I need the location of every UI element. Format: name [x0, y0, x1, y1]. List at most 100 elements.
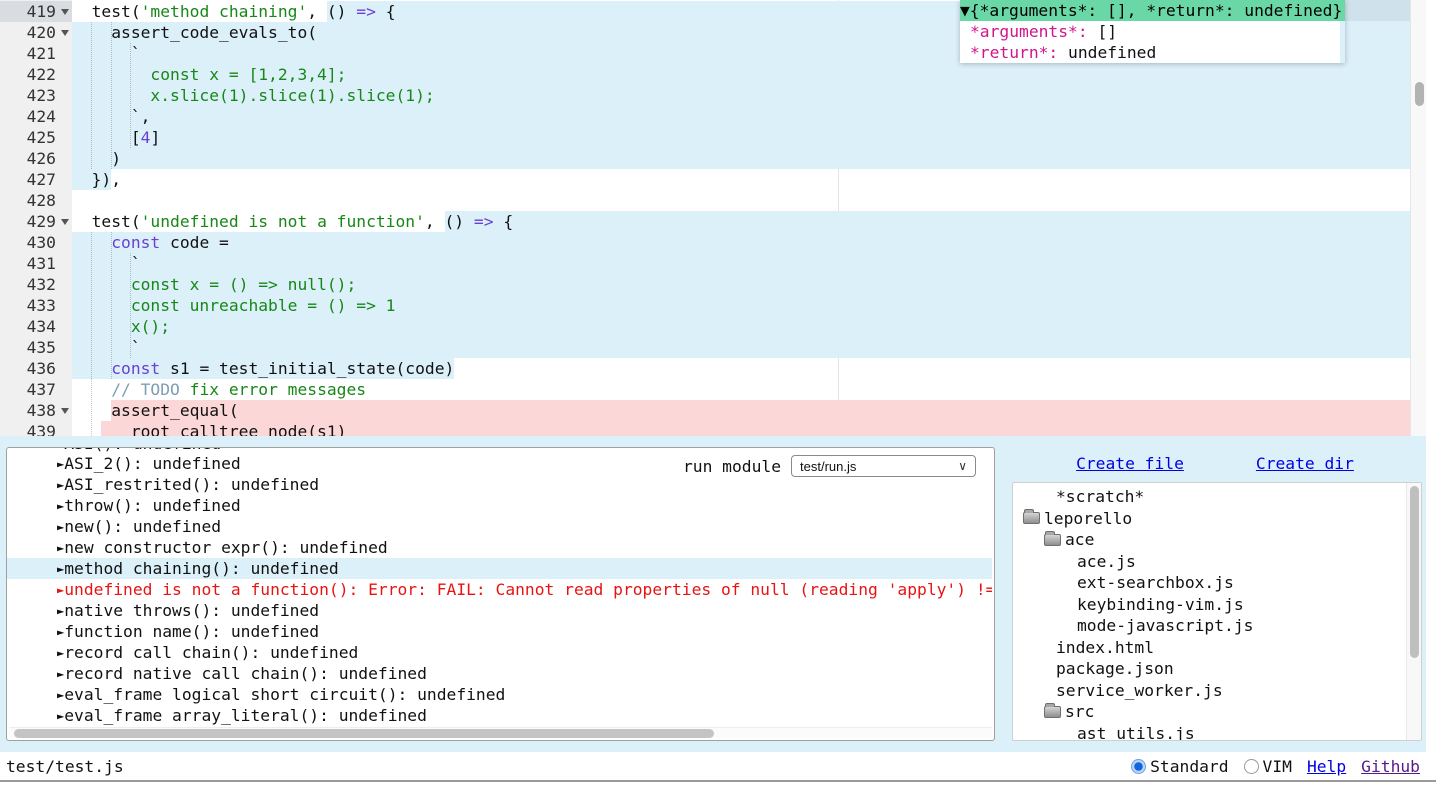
- file-tree-item[interactable]: service_worker.js: [1013, 680, 1421, 702]
- gutter-cell[interactable]: 437: [0, 379, 72, 400]
- expand-triangle-icon[interactable]: ►: [57, 622, 64, 642]
- fold-arrow-icon[interactable]: [61, 219, 69, 225]
- fold-arrow-icon[interactable]: [61, 408, 69, 414]
- code-line-content[interactable]: [72, 190, 1410, 211]
- test-result-item[interactable]: ►eval_frame array_literal(): undefined: [7, 705, 992, 726]
- horizontal-scrollbar[interactable]: [9, 727, 992, 738]
- expand-triangle-icon[interactable]: ►: [57, 601, 64, 621]
- code-line-434[interactable]: 434 x();: [0, 316, 1426, 337]
- expand-triangle-icon[interactable]: ►: [57, 475, 64, 495]
- code-line-content[interactable]: root_calltree_node(s1): [72, 421, 1410, 436]
- file-tree-scrollbar-thumb[interactable]: [1410, 486, 1419, 658]
- file-tree-folder[interactable]: ace: [1013, 529, 1421, 551]
- gutter-cell[interactable]: 436: [0, 358, 72, 379]
- code-line-424[interactable]: 424 `,: [0, 106, 1426, 127]
- editor-scrollbar[interactable]: [1410, 0, 1426, 436]
- gutter-cell[interactable]: 424: [0, 106, 72, 127]
- code-line-425[interactable]: 425 [4]: [0, 127, 1426, 148]
- expand-triangle-icon[interactable]: ►: [57, 496, 64, 516]
- file-tree-folder[interactable]: leporello: [1013, 508, 1421, 530]
- file-tree-item[interactable]: mode-javascript.js: [1013, 615, 1421, 637]
- code-line-438[interactable]: 438 assert_equal(: [0, 400, 1426, 421]
- horizontal-scrollbar-thumb[interactable]: [14, 729, 714, 738]
- code-line-432[interactable]: 432 const x = () => null();: [0, 274, 1426, 295]
- code-line-content[interactable]: `: [72, 253, 1410, 274]
- expand-triangle-icon[interactable]: ►: [57, 706, 64, 726]
- run-module-select[interactable]: test/run.js ∨: [791, 455, 976, 477]
- test-result-item[interactable]: ►undefined is not a function(): Error: F…: [7, 579, 992, 600]
- gutter-cell[interactable]: 432: [0, 274, 72, 295]
- gutter-cell[interactable]: 430: [0, 232, 72, 253]
- gutter-cell[interactable]: 434: [0, 316, 72, 337]
- code-line-431[interactable]: 431 `: [0, 253, 1426, 274]
- gutter-cell[interactable]: 427: [0, 169, 72, 190]
- code-line-content[interactable]: `: [72, 337, 1410, 358]
- gutter-cell[interactable]: 420: [0, 22, 72, 43]
- expand-triangle-icon[interactable]: ►: [57, 559, 64, 579]
- code-line-422[interactable]: 422 const x = [1,2,3,4];: [0, 64, 1426, 85]
- test-result-item[interactable]: ►ASI_restrited(): undefined: [7, 474, 992, 495]
- gutter-cell[interactable]: 431: [0, 253, 72, 274]
- code-line-content[interactable]: const code =: [72, 232, 1410, 253]
- code-line-428[interactable]: 428: [0, 190, 1426, 211]
- code-line-content[interactable]: const x = () => null();: [72, 274, 1410, 295]
- code-line-content[interactable]: x();: [72, 316, 1410, 337]
- code-line-423[interactable]: 423 x.slice(1).slice(1).slice(1);: [0, 85, 1426, 106]
- test-result-item[interactable]: ►method chaining(): undefined: [7, 558, 992, 579]
- radio-selected-icon[interactable]: [1131, 759, 1146, 774]
- gutter-cell[interactable]: 422: [0, 64, 72, 85]
- gutter-cell[interactable]: 435: [0, 337, 72, 358]
- gutter-cell[interactable]: 426: [0, 148, 72, 169]
- file-tree-item[interactable]: ace.js: [1013, 551, 1421, 573]
- expand-triangle-icon[interactable]: ►: [57, 664, 64, 684]
- expand-triangle-icon[interactable]: ►: [57, 685, 64, 705]
- code-line-439[interactable]: 439 root_calltree_node(s1): [0, 421, 1426, 436]
- gutter-cell[interactable]: 419: [0, 1, 72, 22]
- code-line-426[interactable]: 426 ): [0, 148, 1426, 169]
- gutter-cell[interactable]: 428: [0, 190, 72, 211]
- gutter-cell[interactable]: 438: [0, 400, 72, 421]
- fold-arrow-icon[interactable]: [61, 9, 69, 15]
- code-line-content[interactable]: test('undefined is not a function', () =…: [72, 211, 1410, 232]
- code-line-437[interactable]: 437 // TODO fix error messages: [0, 379, 1426, 400]
- fold-arrow-icon[interactable]: [61, 30, 69, 36]
- file-tree-item[interactable]: *scratch*: [1013, 486, 1421, 508]
- test-result-item[interactable]: ►function name(): undefined: [7, 621, 992, 642]
- code-line-433[interactable]: 433 const unreachable = () => 1: [0, 295, 1426, 316]
- file-tree-item[interactable]: ext-searchbox.js: [1013, 572, 1421, 594]
- expand-triangle-icon[interactable]: ►: [57, 538, 64, 558]
- code-line-content[interactable]: ): [72, 148, 1410, 169]
- gutter-cell[interactable]: 425: [0, 127, 72, 148]
- test-result-item[interactable]: ►new constructor expr(): undefined: [7, 537, 992, 558]
- gutter-cell[interactable]: 433: [0, 295, 72, 316]
- file-tree-item[interactable]: keybinding-vim.js: [1013, 594, 1421, 616]
- code-line-427[interactable]: 427 }),: [0, 169, 1426, 190]
- file-tree-item[interactable]: package.json: [1013, 658, 1421, 680]
- code-line-content[interactable]: }),: [72, 169, 1410, 190]
- file-tree-scrollbar[interactable]: [1406, 483, 1421, 740]
- test-result-item[interactable]: ►throw(): undefined: [7, 495, 992, 516]
- expand-triangle-icon[interactable]: ►: [57, 643, 64, 663]
- create-file-link[interactable]: Create file: [1076, 454, 1184, 473]
- expand-triangle-icon[interactable]: ►: [57, 580, 64, 600]
- keybinding-vim-option[interactable]: VIM: [1244, 757, 1292, 776]
- code-line-429[interactable]: 429 test('undefined is not a function', …: [0, 211, 1426, 232]
- code-line-content[interactable]: `,: [72, 106, 1410, 127]
- value-tooltip-header[interactable]: ▼{*arguments*: [], *return*: undefined}: [960, 0, 1345, 21]
- code-line-content[interactable]: const x = [1,2,3,4];: [72, 64, 1410, 85]
- code-line-content[interactable]: x.slice(1).slice(1).slice(1);: [72, 85, 1410, 106]
- radio-unselected-icon[interactable]: [1244, 759, 1259, 774]
- gutter-cell[interactable]: 429: [0, 211, 72, 232]
- create-dir-link[interactable]: Create dir: [1256, 454, 1354, 473]
- expand-triangle-icon[interactable]: ►: [57, 517, 64, 537]
- test-result-item[interactable]: ►native throws(): undefined: [7, 600, 992, 621]
- file-tree-folder[interactable]: src: [1013, 701, 1421, 723]
- expand-triangle-icon[interactable]: ►: [57, 454, 64, 474]
- gutter-cell[interactable]: 439: [0, 421, 72, 436]
- editor-scrollbar-thumb[interactable]: [1415, 82, 1424, 106]
- github-link[interactable]: Github: [1361, 757, 1420, 776]
- code-line-content[interactable]: const s1 = test_initial_state(code): [72, 358, 1410, 379]
- file-tree-item[interactable]: index.html: [1013, 637, 1421, 659]
- help-link[interactable]: Help: [1307, 757, 1346, 776]
- gutter-cell[interactable]: 421: [0, 43, 72, 64]
